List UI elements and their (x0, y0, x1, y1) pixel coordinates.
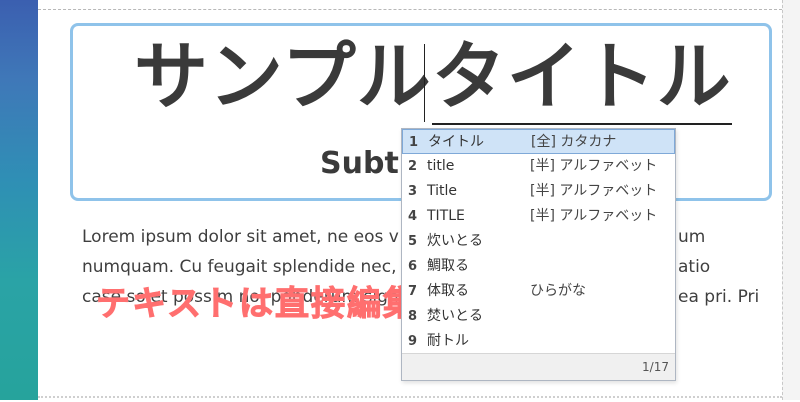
right-rail (782, 0, 800, 400)
candidate-text: 炊いとる (427, 233, 483, 249)
body-paragraph-right: um atio ea pri. Pri (678, 222, 778, 312)
ime-candidate[interactable]: 4 TITLE [半] アルファベット (402, 204, 675, 229)
ime-candidate[interactable]: 8 焚いとる (402, 304, 675, 329)
candidate-note: [半] アルファベット (530, 208, 658, 224)
ime-page-indicator: 1/17 (642, 360, 669, 374)
candidate-text: title (427, 158, 455, 174)
candidate-note: [半] アルファベット (530, 158, 658, 174)
left-color-strip (0, 0, 38, 400)
title-composing-text: タイトル (431, 34, 732, 125)
page-bottom-guide (38, 396, 782, 402)
ime-candidate[interactable]: 3 Title [半] アルファベット (402, 179, 675, 204)
ime-candidate-window[interactable]: 1 タイトル [全] カタカナ 2 title [半] アルファベット 3 Ti… (401, 128, 676, 381)
candidate-number: 1 (409, 135, 419, 150)
ime-candidate[interactable]: 1 タイトル [全] カタカナ (402, 129, 675, 154)
candidate-text: 耐トル (427, 333, 469, 349)
candidate-number: 3 (408, 184, 418, 199)
candidate-note: ひらがな (530, 283, 586, 299)
page-top-guide (38, 9, 782, 10)
title-text[interactable]: サンプルタイトル (134, 34, 732, 125)
body-line-end: atio (678, 257, 711, 277)
candidate-number: 7 (408, 284, 418, 299)
candidate-text: 焚いとる (427, 308, 483, 324)
candidate-text: 体取る (427, 283, 469, 299)
candidate-text: 鯛取る (427, 258, 469, 274)
candidate-number: 8 (408, 309, 418, 324)
ime-candidate[interactable]: 7 体取る ひらがな (402, 279, 675, 304)
text-caret (424, 44, 425, 122)
ime-candidate[interactable]: 5 炊いとる (402, 229, 675, 254)
ime-candidate[interactable]: 6 鯛取る (402, 254, 675, 279)
ime-candidate[interactable]: 2 title [半] アルファベット (402, 154, 675, 179)
ime-candidate[interactable]: 9 耐トル (402, 329, 675, 354)
candidate-text: Title (427, 183, 458, 199)
title-plain: サンプル (134, 34, 432, 120)
candidate-text: TITLE (427, 208, 465, 224)
candidate-number: 9 (408, 334, 418, 349)
candidate-number: 4 (408, 209, 418, 224)
ime-footer: 1/17 (402, 353, 675, 380)
candidate-note: [半] アルファベット (530, 183, 658, 199)
body-line-end: ea pri. Pri (678, 287, 760, 307)
candidate-text: タイトル (428, 134, 484, 150)
candidate-number: 5 (408, 234, 418, 249)
candidate-note: [全] カタカナ (531, 134, 617, 150)
candidate-number: 6 (408, 259, 418, 274)
candidate-number: 2 (408, 159, 418, 174)
body-line-end: um (678, 227, 706, 247)
